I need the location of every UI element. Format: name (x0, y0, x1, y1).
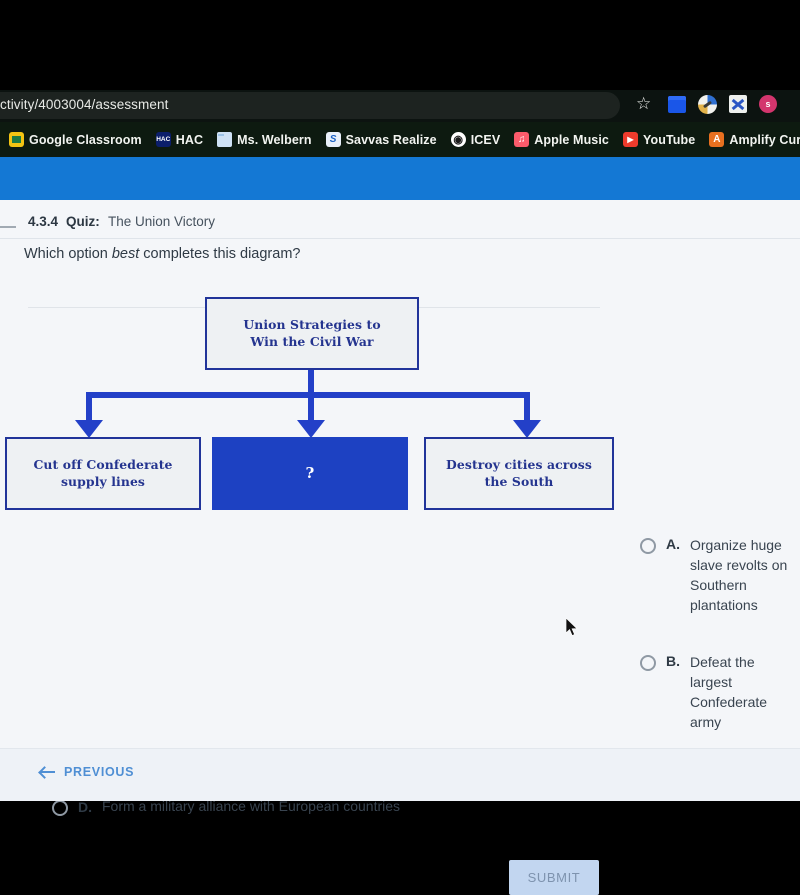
radio-button-b[interactable] (640, 655, 656, 671)
flow-diagram: Union Strategies to Win the Civil War Cut… (0, 280, 640, 530)
bookmark-label: ICEV (470, 132, 501, 147)
option-text-b: Defeat the largest Confederate army (690, 654, 768, 730)
youtube-icon: ▶ (623, 132, 638, 147)
blue-extension-icon[interactable] (668, 95, 686, 113)
arrowhead-left-icon (75, 420, 103, 438)
arrowhead-right-icon (513, 420, 541, 438)
assessment-page: 4.3.4 Quiz: The Union Victory Which opti… (0, 200, 800, 895)
submit-button[interactable]: SUBMIT (509, 860, 599, 895)
apple-music-icon: ♫ (514, 132, 530, 147)
back-arrow-icon[interactable] (0, 212, 16, 228)
option-letter-b: B. (666, 653, 680, 669)
mouse-cursor (566, 618, 578, 637)
savvas-icon: S (325, 132, 341, 147)
assessment-footer: PREVIOUS (0, 748, 800, 801)
address-bar-url[interactable]: ctivity/4003004/assessment (0, 97, 168, 112)
question-prefix: Which option (24, 246, 112, 262)
amplify-icon: A (709, 132, 725, 147)
arrowhead-center-icon (297, 420, 325, 438)
question-prompt: Which option best completes this diagram… (24, 246, 300, 262)
diagram-box-2-missing: ? (212, 437, 408, 510)
bookmark-youtube[interactable]: ▶ YouTube (616, 132, 702, 147)
folder-icon (217, 132, 233, 147)
connector-drop-right (524, 392, 530, 422)
screenshot-root: ctivity/4003004/assessment ☆ s Google Cl… (0, 0, 800, 895)
answer-option-a[interactable]: A. Organize huge slave revolts on Southe… (640, 536, 800, 616)
pink-profile-icon[interactable]: s (759, 95, 777, 113)
diagram-box-title: Union Strategies to Win the Civil War (205, 297, 419, 370)
toolbar-icon-group: ☆ s (636, 94, 777, 114)
answer-option-b[interactable]: B. Defeat the largest Confederate army (640, 653, 800, 733)
bookmark-star-icon[interactable]: ☆ (636, 94, 656, 114)
bookmark-ms-welbern[interactable]: Ms. Welbern (210, 132, 319, 147)
bookmark-label: Apple Music (534, 132, 609, 147)
compass-extension-icon[interactable] (698, 94, 717, 114)
bookmark-hac[interactable]: HAC HAC (149, 132, 210, 147)
bookmark-savvas-realize[interactable]: S Savvas Realize (319, 132, 444, 147)
diagram-box-3: Destroy cities across the South (424, 437, 614, 510)
quiz-number: 4.3.4 (28, 214, 59, 229)
connector-drop-center (308, 392, 314, 422)
question-emphasis: best (111, 246, 140, 262)
bookmark-label: Ms. Welbern (237, 132, 312, 147)
google-classroom-icon (9, 132, 24, 147)
question-suffix: completes this diagram? (139, 246, 301, 262)
previous-button[interactable]: PREVIOUS (40, 765, 134, 779)
bookmark-icev[interactable]: ◉ ICEV (444, 132, 508, 147)
quiz-title: The Union Victory (108, 214, 216, 229)
diagram-box-1: Cut off Confederate supply lines (5, 437, 201, 510)
bookmark-label: Amplify Cur (729, 132, 800, 147)
bookmark-apple-music[interactable]: ♫ Apple Music (507, 132, 616, 147)
bookmark-label: HAC (175, 132, 204, 147)
icev-icon: ◉ (450, 132, 466, 147)
radio-button-d[interactable] (52, 799, 68, 816)
previous-label: PREVIOUS (64, 765, 135, 779)
quiz-label: Quiz: (66, 214, 100, 229)
connector-drop-left (86, 392, 92, 422)
bookmarks-bar: Google Classroom HAC HAC Ms. Welbern S S… (0, 122, 800, 157)
app-header-bar (0, 157, 800, 200)
hac-icon: HAC (155, 132, 171, 147)
option-letter-a: A. (666, 536, 680, 552)
radio-button-a[interactable] (640, 538, 656, 554)
arrow-left-icon (40, 767, 55, 777)
option-letter-d: D. (78, 798, 92, 815)
bookmark-label: Savvas Realize (345, 132, 437, 147)
photo-bezel-top (0, 0, 800, 90)
bookmark-google-classroom[interactable]: Google Classroom (2, 132, 149, 147)
bookmark-label: YouTube (643, 132, 696, 147)
scissors-extension-icon[interactable] (729, 95, 747, 113)
bookmark-amplify[interactable]: A Amplify Cur (702, 132, 800, 147)
bookmark-label: Google Classroom (29, 132, 142, 147)
header-divider (0, 238, 800, 239)
assessment-content: 4.3.4 Quiz: The Union Victory Which opti… (0, 200, 800, 895)
option-text-a: Organize huge slave revolts on Southern … (690, 537, 788, 613)
